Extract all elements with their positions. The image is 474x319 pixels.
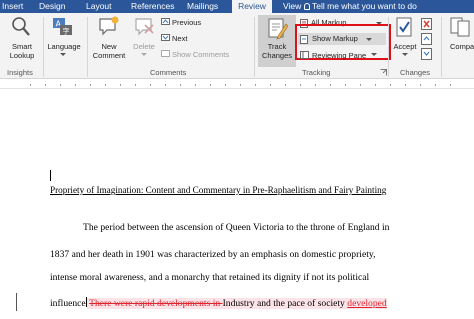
tab-mailings[interactable]: Mailings — [187, 0, 218, 13]
compare-icon — [450, 17, 470, 37]
horizontal-ruler[interactable] — [0, 80, 474, 89]
smart-lookup-label-2: Lookup — [9, 51, 35, 60]
chevron-down-icon — [402, 53, 408, 56]
comments-group-label: Comments — [150, 68, 187, 77]
reviewing-pane-icon — [300, 51, 309, 59]
tab-view[interactable]: View — [283, 0, 301, 13]
group-divider — [87, 17, 88, 77]
insights-group-label: Insights — [7, 68, 33, 77]
delete-comment-icon — [135, 18, 154, 36]
new-comment-label-2: Comment — [92, 51, 126, 60]
new-comment-icon — [99, 16, 119, 36]
track-changes-button[interactable]: Track Changes — [258, 15, 296, 67]
document-title: Propriety of Imagination: Content and Co… — [50, 185, 387, 195]
track-changes-label-2: Changes — [261, 51, 293, 60]
change-bar — [16, 293, 17, 311]
group-divider — [388, 17, 389, 77]
accept-icon — [396, 17, 412, 37]
smart-lookup-icon — [12, 17, 30, 36]
compare-label: Compa — [450, 42, 474, 51]
next-comment-button[interactable]: Next — [161, 34, 187, 44]
tab-insert[interactable]: Insert — [0, 0, 26, 13]
tracking-dialog-launcher-icon[interactable] — [380, 69, 387, 76]
paragraph-line-4: influence There were rapid developments … — [50, 297, 387, 309]
language-icon: A 字 — [53, 18, 72, 36]
language-label: Language — [47, 42, 81, 51]
reviewing-pane-button[interactable]: Reviewing Pane — [300, 51, 378, 61]
chevron-down-icon — [371, 53, 378, 56]
lightbulb-icon — [304, 3, 310, 10]
tab-design[interactable]: Design — [39, 0, 65, 13]
group-divider — [441, 17, 442, 77]
tab-references[interactable]: References — [131, 0, 174, 13]
changes-group-label: Changes — [400, 68, 431, 77]
tell-me-search[interactable]: Tell me what you want to do — [304, 0, 417, 13]
tracking-group-label: Tracking — [302, 68, 331, 77]
show-comments-icon — [161, 50, 170, 57]
paragraph-line-2: 1837 and her death in 1901 was character… — [50, 249, 376, 260]
document-page[interactable] — [0, 90, 474, 319]
show-comments-label: Show Comments — [172, 50, 230, 59]
next-label: Next — [172, 34, 188, 43]
chevron-down-icon — [60, 53, 66, 56]
previous-comment-icon — [161, 18, 170, 25]
line4-mid-text: Industry and the pace of society — [222, 298, 345, 309]
next-change-button[interactable] — [421, 47, 433, 65]
deleted-text[interactable]: There were rapid developments in — [89, 298, 223, 309]
show-comments-button[interactable]: Show Comments — [161, 50, 229, 60]
reject-icon — [421, 18, 432, 30]
review-ribbon: Smart Lookup Insights A 字 Language New C… — [0, 13, 474, 79]
smart-lookup-label-1: Smart — [11, 42, 32, 51]
text-cursor — [50, 170, 51, 181]
ribbon-tab-bar: Insert Design Layout References Mailings… — [0, 0, 474, 13]
tab-layout[interactable]: Layout — [86, 0, 112, 13]
paragraph-line-3: intense moral awareness, and a monarchy … — [50, 272, 370, 283]
tell-me-text: Tell me what you want to do — [312, 1, 417, 11]
next-change-icon — [421, 48, 432, 60]
tab-review[interactable]: Review — [232, 0, 272, 13]
previous-label: Previous — [172, 18, 202, 27]
delete-label: Delete — [133, 42, 155, 51]
previous-comment-button[interactable]: Previous — [161, 18, 201, 28]
group-divider — [254, 17, 255, 77]
track-changes-label-1: Track — [267, 42, 287, 51]
track-changes-icon — [268, 18, 288, 40]
next-comment-icon — [161, 34, 170, 41]
reviewing-pane-label: Reviewing Pane — [312, 51, 367, 60]
new-comment-label-1: New — [101, 42, 117, 51]
paragraph-line-1: The period between the ascension of Quee… — [83, 222, 390, 233]
inserted-text[interactable]: developed — [347, 298, 387, 309]
svg-text:字: 字 — [63, 27, 70, 36]
accept-label: Accept — [393, 42, 417, 51]
line4-start-text: influence — [50, 298, 86, 309]
previous-change-icon — [421, 33, 432, 45]
group-divider — [43, 17, 44, 77]
chevron-down-icon — [141, 53, 147, 56]
